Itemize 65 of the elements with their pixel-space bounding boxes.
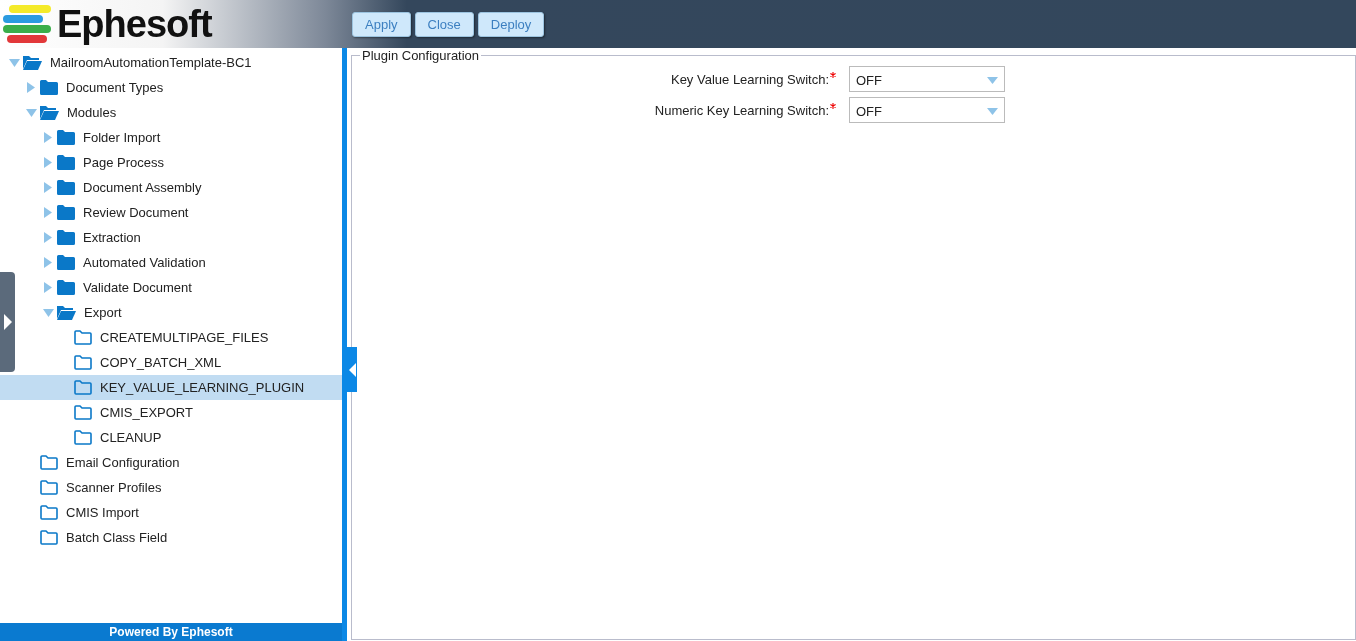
open-folder-icon (23, 55, 42, 70)
tree-item[interactable]: Modules (22, 100, 342, 125)
tree-item[interactable]: Document Types (22, 75, 342, 100)
collapsed-triangle-icon[interactable] (44, 132, 52, 143)
dropdown-caret-icon[interactable] (987, 107, 998, 115)
collapsed-triangle-icon[interactable] (44, 182, 52, 193)
group-title: Plugin Configuration (361, 48, 481, 63)
folder-icon (57, 205, 75, 220)
tree-item[interactable]: CREATEMULTIPAGE_FILES (56, 325, 342, 350)
tree-item[interactable]: Folder Import (39, 125, 342, 150)
field-label: Key Value Learning Switch: (670, 71, 829, 87)
tree-item[interactable]: Scanner Profiles (22, 475, 342, 500)
expanded-triangle-icon[interactable] (25, 108, 37, 117)
tree-item[interactable]: COPY_BATCH_XML (56, 350, 342, 375)
folder-outline-icon (74, 355, 92, 370)
folder-outline-icon (40, 480, 58, 495)
expanded-triangle-icon[interactable] (8, 58, 20, 67)
dropdown-caret-icon[interactable] (987, 76, 998, 84)
collapsed-triangle-icon[interactable] (44, 207, 52, 218)
collapse-triangle-icon[interactable] (348, 362, 356, 377)
footer-text: Powered By Ephesoft (109, 625, 233, 639)
tree-item[interactable]: Batch Class Field (22, 525, 342, 550)
logo-stripes-icon (3, 4, 51, 44)
field-label: Numeric Key Learning Switch: (654, 102, 829, 118)
folder-icon (57, 230, 75, 245)
expand-panel-tab[interactable] (0, 272, 15, 372)
tree-item[interactable]: Automated Validation (39, 250, 342, 275)
tree-item[interactable]: Extraction (39, 225, 342, 250)
folder-icon (40, 80, 58, 95)
folder-icon (57, 255, 75, 270)
folder-icon (57, 155, 75, 170)
tree-item[interactable]: Email Configuration (22, 450, 342, 475)
tree-item[interactable]: Validate Document (39, 275, 342, 300)
folder-icon (57, 130, 75, 145)
tree-item[interactable]: Review Document (39, 200, 342, 225)
collapsed-triangle-icon[interactable] (44, 282, 52, 293)
dropdown-field[interactable]: OFF (849, 66, 1005, 92)
open-folder-icon (40, 105, 59, 120)
tree-item[interactable]: Page Process (39, 150, 342, 175)
expanded-triangle-icon[interactable] (42, 308, 54, 317)
collapse-panel-tab[interactable] (347, 347, 357, 392)
tree-item[interactable]: CMIS_EXPORT (56, 400, 342, 425)
dropdown-field[interactable]: OFF (849, 97, 1005, 123)
folder-outline-icon (40, 455, 58, 470)
tree-item[interactable]: Export (39, 300, 342, 325)
folder-outline-icon (40, 505, 58, 520)
folder-outline-icon (40, 530, 58, 545)
expand-triangle-icon[interactable] (3, 314, 12, 330)
collapsed-triangle-icon[interactable] (44, 232, 52, 243)
collapsed-triangle-icon[interactable] (44, 257, 52, 268)
collapsed-triangle-icon[interactable] (27, 82, 35, 93)
folder-outline-icon (74, 380, 92, 395)
folder-icon (57, 180, 75, 195)
tree-item[interactable]: MailroomAutomationTemplate-BC1 (5, 50, 342, 75)
folder-outline-icon (74, 430, 92, 445)
folder-outline-icon (74, 330, 92, 345)
folder-icon (57, 280, 75, 295)
tree-item[interactable]: CLEANUP (56, 425, 342, 450)
tree-item[interactable]: Document Assembly (39, 175, 342, 200)
logo-text: Ephesoft (57, 2, 212, 46)
open-folder-icon (57, 305, 76, 320)
tree-item[interactable]: CMIS Import (22, 500, 342, 525)
tree-item[interactable]: KEY_VALUE_LEARNING_PLUGIN (0, 375, 342, 400)
collapsed-triangle-icon[interactable] (44, 157, 52, 168)
folder-outline-icon (74, 405, 92, 420)
